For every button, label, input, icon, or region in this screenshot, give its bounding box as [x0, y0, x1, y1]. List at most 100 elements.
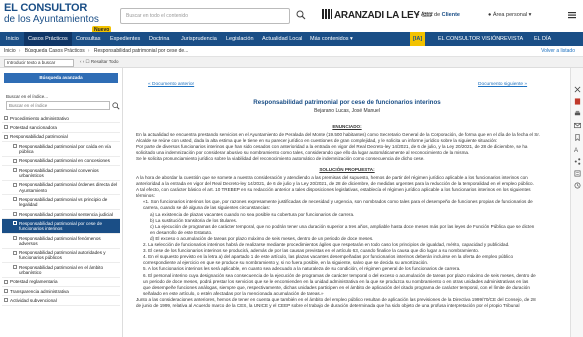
index-tree-item-label: Responsabilidad patrimonial por caída en… — [19, 143, 111, 154]
index-search-label: Buscar en el índice... — [6, 94, 49, 99]
nav-casos-practicos[interactable]: Casos Prácticos — [24, 32, 72, 46]
solucion-heading: SOLUCIÓN PROPUESTA: — [319, 167, 375, 172]
breadcrumb-current: Responsabilidad patrimonial por cese de.… — [93, 48, 189, 54]
main-nav: Inicio Casos Prácticos Consultas Expedie… — [0, 32, 583, 46]
area-cliente-link[interactable]: ● Área de Cliente — [416, 12, 460, 18]
index-tree-item[interactable]: Responsabilidad patrimonial órdenes dire… — [2, 181, 120, 196]
nav-ia[interactable]: [IA] — [410, 32, 426, 46]
tree-checkbox[interactable] — [13, 211, 17, 216]
nav-doctrina[interactable]: Doctrina — [145, 32, 173, 46]
index-tree-item[interactable]: Responsabilidad patrimonial por cese de … — [2, 219, 120, 234]
tree-checkbox[interactable] — [13, 221, 17, 226]
nav-actualidad-local[interactable]: Actualidad Local — [258, 32, 306, 46]
index-search-icon[interactable] — [112, 102, 120, 110]
next-match-icon[interactable]: › — [83, 59, 85, 64]
prev-document-link[interactable]: « Documento anterior — [148, 82, 194, 87]
index-tree-item[interactable]: Actividad subvencional — [2, 296, 120, 306]
tree-checkbox[interactable] — [4, 134, 8, 139]
index-tree-item-label: Responsabilidad patrimonial en concesion… — [19, 158, 110, 164]
enunciado-text: En la actualidad se encuentra prestando … — [136, 132, 564, 162]
versions-icon[interactable] — [574, 182, 581, 189]
hamburger-menu-icon[interactable] — [567, 10, 577, 20]
index-tree-item[interactable]: Potestad reglamentaria — [2, 278, 120, 288]
nav-inicio[interactable]: Inicio — [2, 32, 23, 46]
svg-text:A: A — [574, 147, 579, 153]
resaltar-label: Resaltar Todo — [90, 59, 119, 64]
index-tree-item[interactable]: Potestad sancionadora — [2, 123, 120, 133]
font-size-icon[interactable]: A — [574, 146, 581, 153]
nav-mas-contenidos[interactable]: Más contenidos ▾ — [306, 32, 357, 46]
tree-checkbox[interactable] — [13, 265, 17, 270]
nav-consultor-vision[interactable]: EL CONSULTOR VISIÓN — [438, 32, 500, 46]
print-icon[interactable] — [574, 110, 581, 117]
index-tree-item[interactable]: Responsabilidad patrimonial — [2, 133, 120, 143]
index-tree-item-label: Responsabilidad patrimonial en el ámbito… — [19, 264, 104, 275]
document-line: un periodo de doce meses, podrá prestar … — [143, 278, 529, 284]
note-icon[interactable] — [574, 170, 581, 177]
document-authors[interactable]: Bejarano Lucas, José Manuel — [124, 108, 570, 114]
brand-text: ARANZADI LA LEY — [334, 10, 420, 21]
document-toolbar: Introducir texto a buscar ‹ › ☐ Resaltar… — [0, 57, 583, 68]
index-tree-item-label: Actividad subvencional — [10, 298, 57, 304]
advanced-search-button[interactable]: Búsqueda avanzada — [4, 73, 118, 83]
area-cliente-strong: Cliente — [441, 12, 460, 18]
nav-jurisprudencia[interactable]: Jurisprudencia — [177, 32, 221, 46]
next-document-link[interactable]: Documento siguiente » — [478, 82, 527, 87]
close-icon[interactable] — [574, 86, 581, 93]
index-tree-item[interactable]: Responsabilidad patrimonial en el ámbito… — [2, 263, 120, 278]
search-icon[interactable] — [296, 10, 306, 20]
tree-checkbox[interactable] — [13, 197, 17, 202]
document-line: de junio de 1999, relativa al Acuerdo ma… — [136, 302, 520, 308]
index-tree-item[interactable]: Responsabilidad patrimonial vs principio… — [2, 195, 120, 210]
index-tree-item-label: Responsabilidad patrimonial por cese de … — [19, 220, 102, 232]
index-tree-item-label: Potestad sancionadora — [10, 124, 57, 130]
breadcrumb-inicio[interactable]: Inicio — [4, 48, 16, 54]
document-content: « Documento anterior Documento siguiente… — [124, 68, 570, 337]
index-tree-item[interactable]: Responsabilidad patrimonial sentencia ju… — [2, 210, 120, 220]
tree-checkbox[interactable] — [13, 182, 17, 187]
index-tree-item-label: Responsabilidad patrimonial fenómenos ad… — [19, 235, 101, 246]
pdf-icon[interactable] — [574, 98, 581, 105]
global-search-input[interactable]: Buscar en todo el contenido — [120, 8, 290, 24]
share-icon[interactable] — [574, 158, 581, 165]
index-tree-item[interactable]: Procedimiento administrativo — [2, 114, 120, 124]
tree-checkbox[interactable] — [4, 116, 8, 120]
tree-checkbox[interactable] — [13, 144, 17, 149]
tree-checkbox[interactable] — [4, 298, 8, 303]
nav-el-dia[interactable]: EL DÍA — [534, 32, 551, 46]
breadcrumb-busqueda[interactable]: Búsqueda Casos Prácticos — [25, 48, 85, 54]
app-header: EL CONSULTOR de los Ayuntamientos Nuevo … — [0, 0, 583, 34]
index-tree-item-label: Potestad reglamentaria — [10, 279, 58, 285]
area-personal-link[interactable]: ● Área personal ▾ — [488, 12, 531, 18]
next-document-label: Documento siguiente — [478, 82, 524, 87]
prev-match-icon[interactable]: ‹ — [80, 59, 82, 64]
resaltar-checkbox[interactable]: ☐ — [86, 59, 90, 64]
document-actions-bar: A — [570, 68, 583, 337]
index-tree-item[interactable]: Responsabilidad patrimonial autoridades … — [2, 249, 120, 264]
nav-revista[interactable]: REVISTA — [500, 32, 523, 46]
tree-checkbox[interactable] — [4, 279, 8, 284]
find-in-text-input[interactable]: Introducir texto a buscar — [4, 59, 74, 67]
tree-checkbox[interactable] — [13, 158, 17, 163]
index-tree-item[interactable]: Transparencia administrativa — [2, 287, 120, 297]
bookmark-icon[interactable] — [574, 134, 581, 141]
nav-consultas[interactable]: Consultas — [72, 32, 104, 46]
index-tree-item[interactable]: Responsabilidad patrimonial por caída en… — [2, 142, 120, 157]
tree-checkbox[interactable] — [13, 250, 17, 255]
el-consultor-logo[interactable]: EL CONSULTOR de los Ayuntamientos Nuevo — [4, 2, 122, 34]
tree-checkbox[interactable] — [4, 125, 8, 130]
tree-checkbox[interactable] — [13, 168, 17, 173]
document-title: Responsabilidad patrimonial por cese de … — [253, 99, 441, 106]
volver-listado-link[interactable]: Volver a listado — [541, 46, 575, 57]
index-tree-item[interactable]: Responsabilidad patrimonial convenios ur… — [2, 166, 120, 181]
document-line: que desempeñe funciones análogas, siempr… — [143, 284, 530, 290]
email-icon[interactable] — [574, 122, 581, 129]
solucion-text: A la hora de abordar la cuestión que se … — [136, 175, 564, 309]
tree-checkbox[interactable] — [13, 235, 17, 240]
nav-legislacion[interactable]: Legislación — [222, 32, 258, 46]
index-tree-item[interactable]: Responsabilidad patrimonial en concesion… — [2, 157, 120, 167]
index-tree-item[interactable]: Responsabilidad patrimonial fenómenos ad… — [2, 234, 120, 249]
index-search-input[interactable]: Buscar en el índice — [6, 101, 110, 110]
nav-expedientes[interactable]: Expedientes — [106, 32, 144, 46]
tree-checkbox[interactable] — [4, 289, 8, 294]
